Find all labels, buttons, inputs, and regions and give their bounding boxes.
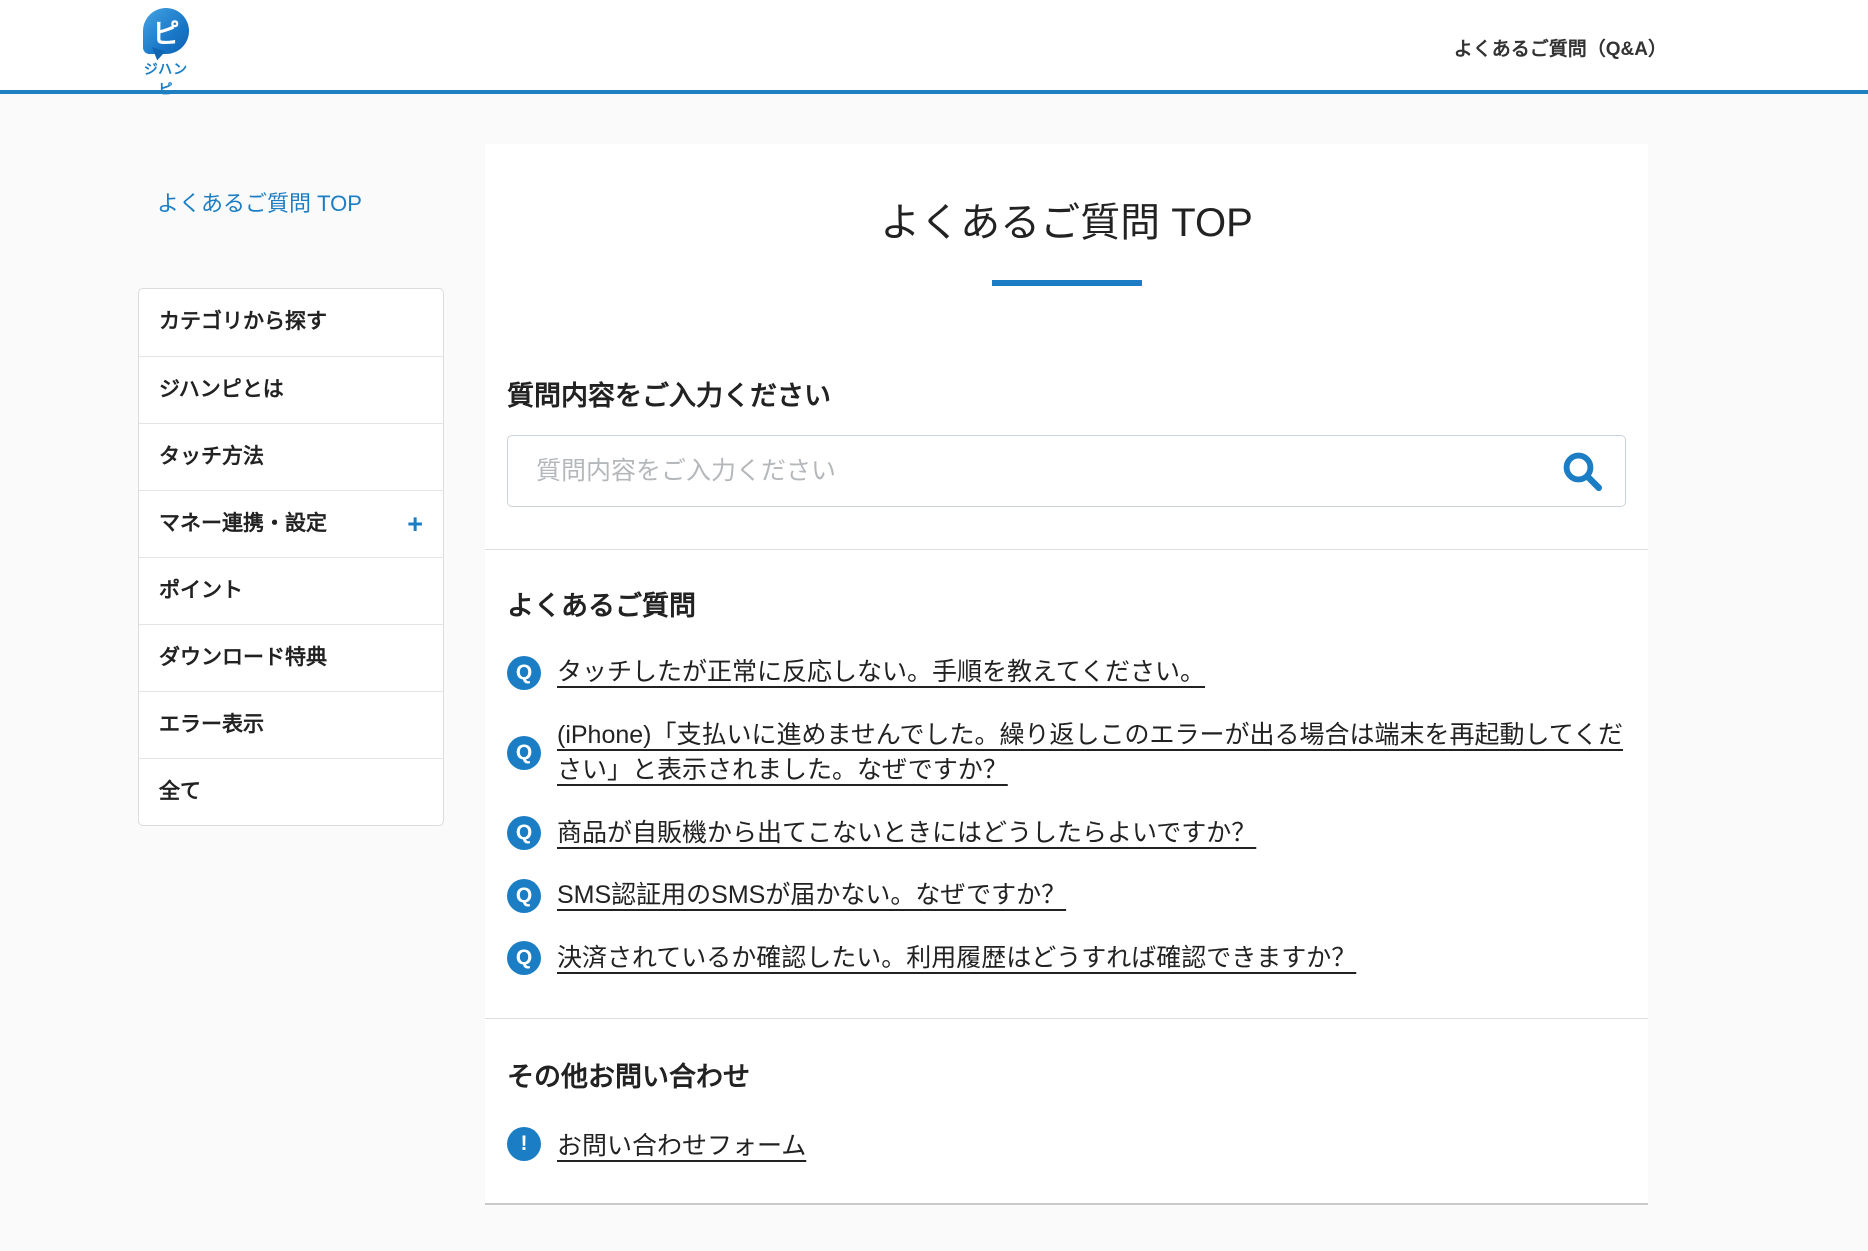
logo[interactable]: ピ ジハンピ: [140, 8, 192, 99]
question-badge-icon: Q: [507, 736, 541, 770]
question-badge-icon: Q: [507, 656, 541, 690]
faq-list: Q タッチしたが正常に反応しない。手順を教えてください。 Q (iPhone)「…: [507, 655, 1626, 976]
faq-item: Q SMS認証用のSMSが届かない。なぜですか？: [507, 878, 1626, 914]
search-label: 質問内容をご入力ください: [507, 374, 1626, 413]
contact-row: ! お問い合わせフォーム: [507, 1126, 1626, 1162]
contact-form-link[interactable]: お問い合わせフォーム: [557, 1126, 806, 1162]
title-underline: [992, 280, 1142, 286]
sidebar-top-link[interactable]: よくあるご質問 TOP: [157, 186, 362, 218]
sidebar-item-label: マネー連携・設定: [159, 512, 327, 535]
faq-link-iphone-payment-error[interactable]: (iPhone)「支払いに進めませんでした。繰り返しこのエラーが出る場合は端末を…: [557, 718, 1626, 789]
search-icon[interactable]: [1561, 450, 1603, 492]
faq-item: Q 商品が自販機から出てこないときにはどうしたらよいですか？: [507, 816, 1626, 852]
sidebar: よくあるご質問 TOP カテゴリから探す ジハンピとは タッチ方法 + マネー連…: [138, 186, 444, 826]
logo-icon: ピ: [143, 8, 189, 54]
header: ピ ジハンピ よくあるご質問（Q&A）: [0, 0, 1868, 94]
question-badge-icon: Q: [507, 941, 541, 975]
faq-heading: よくあるご質問: [507, 584, 1626, 623]
question-badge-icon: Q: [507, 879, 541, 913]
sidebar-item-points[interactable]: ポイント: [139, 557, 443, 624]
sidebar-item-money-settings[interactable]: + マネー連携・設定: [139, 490, 443, 557]
sidebar-item-touch-method[interactable]: タッチ方法: [139, 423, 443, 490]
section-divider: [485, 549, 1648, 550]
search-box: [507, 435, 1626, 507]
faq-item: Q (iPhone)「支払いに進めませんでした。繰り返しこのエラーが出る場合は端…: [507, 718, 1626, 789]
faq-item: Q タッチしたが正常に反応しない。手順を教えてください。: [507, 655, 1626, 691]
logo-text: ジハンピ: [140, 59, 192, 99]
contact-heading: その他お問い合わせ: [507, 1055, 1626, 1094]
expand-plus-icon[interactable]: +: [407, 491, 423, 557]
logo-glyph: ピ: [153, 12, 180, 51]
faq-link-product-not-dispensed[interactable]: 商品が自販機から出てこないときにはどうしたらよいですか？: [557, 816, 1256, 852]
faq-item: Q 決済されているか確認したい。利用履歴はどうすれば確認できますか？: [507, 941, 1626, 977]
header-nav-title: よくあるご質問（Q&A）: [1454, 34, 1667, 61]
page-title: よくあるご質問 TOP: [507, 190, 1626, 248]
exclamation-badge-icon: !: [507, 1127, 541, 1161]
section-divider: [485, 1018, 1648, 1019]
category-menu-header: カテゴリから探す: [139, 289, 443, 356]
main-content: よくあるご質問 TOP 質問内容をご入力ください よくあるご質問 Q タッチした…: [485, 144, 1648, 1205]
faq-link-check-payment-history[interactable]: 決済されているか確認したい。利用履歴はどうすれば確認できますか？: [557, 941, 1356, 977]
sidebar-item-about[interactable]: ジハンピとは: [139, 356, 443, 423]
faq-link-sms-not-received[interactable]: SMS認証用のSMSが届かない。なぜですか？: [557, 878, 1066, 914]
faq-link-touch-not-responding[interactable]: タッチしたが正常に反応しない。手順を教えてください。: [557, 655, 1205, 691]
search-input[interactable]: [508, 436, 1625, 506]
question-badge-icon: Q: [507, 816, 541, 850]
sidebar-item-download-bonus[interactable]: ダウンロード特典: [139, 624, 443, 691]
sidebar-item-error-display[interactable]: エラー表示: [139, 691, 443, 758]
category-menu: カテゴリから探す ジハンピとは タッチ方法 + マネー連携・設定 ポイント ダウ…: [138, 288, 444, 826]
sidebar-item-all[interactable]: 全て: [139, 758, 443, 825]
